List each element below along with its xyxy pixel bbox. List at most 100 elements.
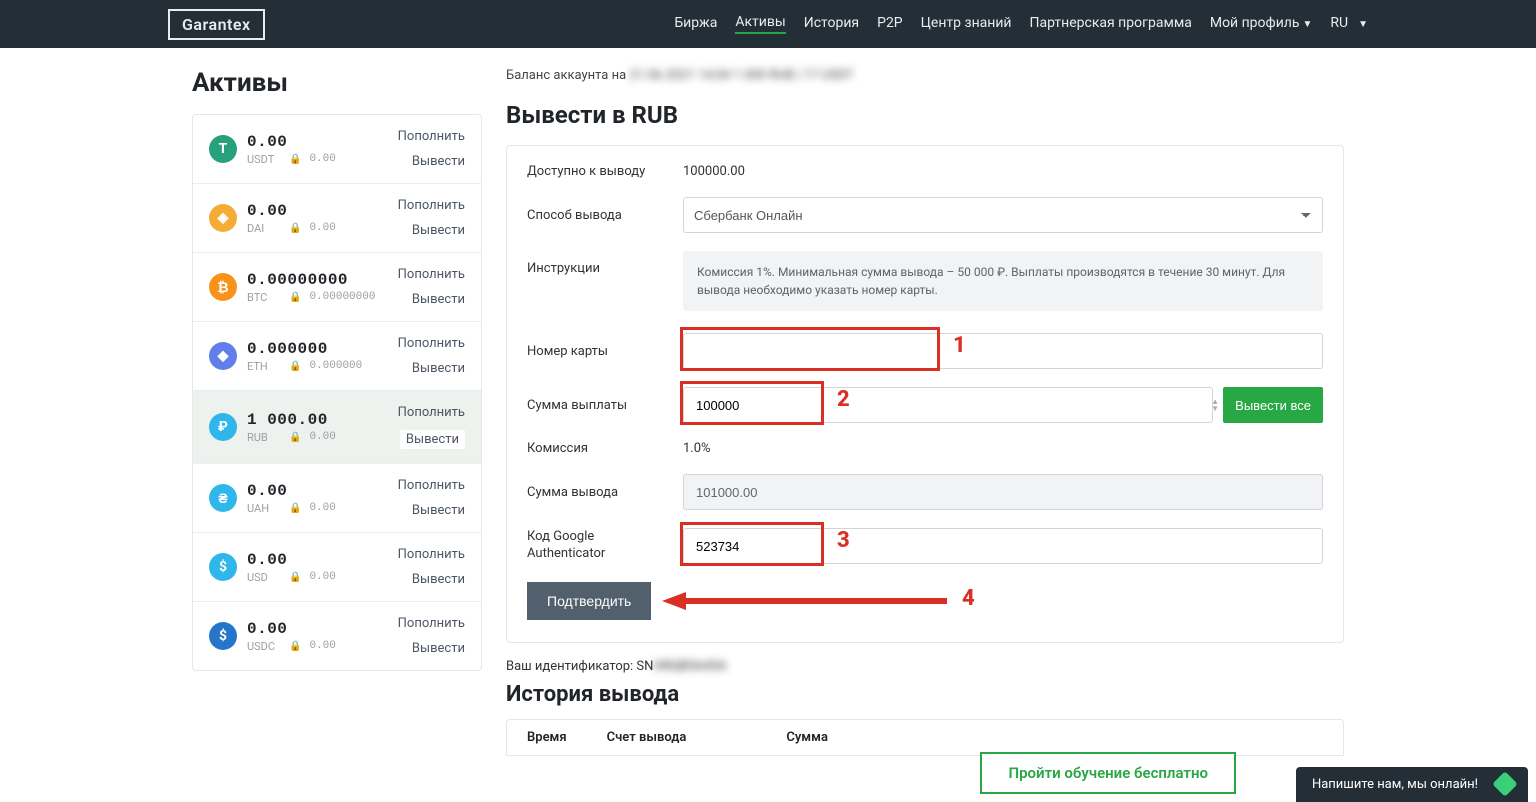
label-method: Способ вывода bbox=[527, 208, 667, 223]
lock-icon: 🔒 bbox=[289, 223, 301, 234]
asset-row-eth[interactable]: ◆0.000000ETH🔒0.000000ПополнитьВывести bbox=[193, 322, 481, 391]
withdraw-action[interactable]: Вывести bbox=[412, 154, 465, 169]
annotation-step-4: 4 bbox=[962, 586, 975, 611]
lock-icon: 🔒 bbox=[289, 572, 301, 583]
withdraw-action[interactable]: Вывести bbox=[412, 292, 465, 307]
withdraw-all-button[interactable]: Вывести все bbox=[1223, 387, 1323, 423]
withdraw-action[interactable]: Вывести bbox=[412, 641, 465, 656]
label-ga: Код Google Authenticator bbox=[527, 529, 667, 563]
asset-amount: 1 000.00 bbox=[247, 411, 398, 429]
asset-amount: 0.00 bbox=[247, 551, 398, 569]
asset-symbol: RUB bbox=[247, 431, 281, 444]
asset-locked: 0.00000000 bbox=[309, 291, 375, 303]
top-nav: Garantex Биржа Активы История P2P Центр … bbox=[0, 0, 1536, 48]
label-amount: Сумма выплаты bbox=[527, 398, 667, 413]
asset-symbol: BTC bbox=[247, 291, 281, 304]
asset-symbol: ETH bbox=[247, 360, 281, 373]
nav-p2p[interactable]: P2P bbox=[877, 15, 903, 33]
deposit-action[interactable]: Пополнить bbox=[398, 616, 465, 631]
lock-icon: 🔒 bbox=[289, 154, 301, 165]
withdraw-action[interactable]: Вывести bbox=[412, 503, 465, 518]
nav-exchange[interactable]: Биржа bbox=[674, 15, 717, 33]
asset-icon: T bbox=[209, 135, 237, 163]
deposit-action[interactable]: Пополнить bbox=[398, 336, 465, 351]
label-instructions: Инструкции bbox=[527, 251, 667, 276]
method-select[interactable]: Сбербанк Онлайн bbox=[683, 197, 1323, 233]
asset-row-btc[interactable]: ₿0.00000000BTC🔒0.00000000ПополнитьВывест… bbox=[193, 253, 481, 322]
chat-status-icon bbox=[1492, 771, 1517, 796]
amount-input[interactable] bbox=[683, 387, 1213, 423]
identifier-line: Ваш идентификатор: SNHRQB5A45A bbox=[506, 659, 1344, 674]
asset-row-uah[interactable]: ₴0.00UAH🔒0.00ПополнитьВывести bbox=[193, 464, 481, 533]
asset-icon: ₿ bbox=[209, 273, 237, 301]
asset-icon: ₴ bbox=[209, 484, 237, 512]
nav-knowledge[interactable]: Центр знаний bbox=[921, 15, 1012, 33]
withdraw-heading: Вывести в RUB bbox=[506, 101, 1344, 129]
ga-code-input[interactable] bbox=[683, 528, 1323, 564]
account-balance-line: Баланс аккаунта на 21.06.2021 14:04 1 00… bbox=[506, 68, 1344, 83]
lock-icon: 🔒 bbox=[289, 641, 301, 652]
label-available: Доступно к выводу bbox=[527, 164, 667, 179]
history-col-account: Счет вывода bbox=[607, 730, 687, 745]
asset-locked: 0.000000 bbox=[309, 360, 362, 372]
asset-row-dai[interactable]: ◈0.00DAI🔒0.00ПополнитьВывести bbox=[193, 184, 481, 253]
logo[interactable]: Garantex bbox=[168, 9, 265, 40]
asset-icon: ₽ bbox=[209, 413, 237, 441]
withdraw-action[interactable]: Вывести bbox=[412, 223, 465, 238]
history-col-time: Время bbox=[527, 730, 567, 745]
deposit-action[interactable]: Пополнить bbox=[398, 267, 465, 282]
nav-assets[interactable]: Активы bbox=[735, 14, 785, 34]
annotation-step-1: 1 bbox=[953, 333, 966, 358]
history-col-sum: Сумма bbox=[786, 730, 828, 745]
annotation-step-2: 2 bbox=[837, 387, 850, 412]
confirm-button[interactable]: Подтвердить bbox=[527, 582, 651, 620]
deposit-action[interactable]: Пополнить bbox=[398, 478, 465, 493]
asset-locked: 0.00 bbox=[309, 640, 335, 652]
nav-affiliate[interactable]: Партнерская программа bbox=[1030, 15, 1192, 33]
annotation-step-3: 3 bbox=[837, 528, 850, 553]
asset-icon: $ bbox=[209, 622, 237, 650]
card-input[interactable] bbox=[683, 333, 1323, 369]
asset-row-usdc[interactable]: $0.00USDC🔒0.00ПополнитьВывести bbox=[193, 602, 481, 670]
deposit-action[interactable]: Пополнить bbox=[398, 547, 465, 562]
asset-row-usd[interactable]: $0.00USD🔒0.00ПополнитьВывести bbox=[193, 533, 481, 602]
asset-locked: 0.00 bbox=[309, 431, 335, 443]
value-available: 100000.00 bbox=[683, 164, 1323, 179]
total-output bbox=[683, 474, 1323, 510]
asset-icon: $ bbox=[209, 553, 237, 581]
history-header-row: Время Счет вывода Сумма bbox=[506, 719, 1344, 756]
asset-icon: ◆ bbox=[209, 342, 237, 370]
asset-symbol: UAH bbox=[247, 502, 281, 515]
withdraw-action[interactable]: Вывести bbox=[412, 572, 465, 587]
label-fee: Комиссия bbox=[527, 441, 667, 456]
withdraw-form: Доступно к выводу 100000.00 Способ вывод… bbox=[506, 145, 1344, 643]
asset-locked: 0.00 bbox=[309, 153, 335, 165]
deposit-action[interactable]: Пополнить bbox=[398, 129, 465, 144]
deposit-action[interactable]: Пополнить bbox=[398, 198, 465, 213]
value-fee: 1.0% bbox=[683, 441, 1323, 456]
asset-locked: 0.00 bbox=[309, 222, 335, 234]
asset-row-rub[interactable]: ₽1 000.00 RUB 🔒 0.00 Пополнить Вывести bbox=[193, 391, 481, 464]
annotation-arrow-icon bbox=[662, 590, 952, 612]
withdraw-action[interactable]: Вывести bbox=[412, 361, 465, 376]
lock-icon: 🔒 bbox=[289, 292, 301, 303]
chat-widget[interactable]: Напишите нам, мы онлайн! bbox=[1296, 767, 1528, 802]
asset-amount: 0.00 bbox=[247, 482, 398, 500]
withdraw-action[interactable]: Вывести bbox=[400, 430, 465, 449]
history-title: История вывода bbox=[506, 682, 1344, 707]
asset-amount: 0.000000 bbox=[247, 340, 398, 358]
label-total: Сумма вывода bbox=[527, 485, 667, 500]
asset-row-usdt[interactable]: T0.00USDT🔒0.00ПополнитьВывести bbox=[193, 115, 481, 184]
asset-symbol: DAI bbox=[247, 222, 281, 235]
promo-banner[interactable]: Пройти обучение бесплатно bbox=[980, 752, 1236, 794]
nav-history[interactable]: История bbox=[804, 15, 859, 33]
number-spinner-icon[interactable]: ▲▼ bbox=[1211, 398, 1219, 412]
asset-symbol: USDT bbox=[247, 153, 281, 166]
nav-lang[interactable]: RU▼ bbox=[1330, 15, 1368, 33]
asset-amount: 0.00 bbox=[247, 133, 398, 151]
page-title: Активы bbox=[192, 68, 482, 98]
deposit-action[interactable]: Пополнить bbox=[398, 405, 465, 420]
lock-icon: 🔒 bbox=[289, 432, 301, 443]
nav-profile[interactable]: Мой профиль▼ bbox=[1210, 15, 1313, 33]
asset-symbol: USD bbox=[247, 571, 281, 584]
